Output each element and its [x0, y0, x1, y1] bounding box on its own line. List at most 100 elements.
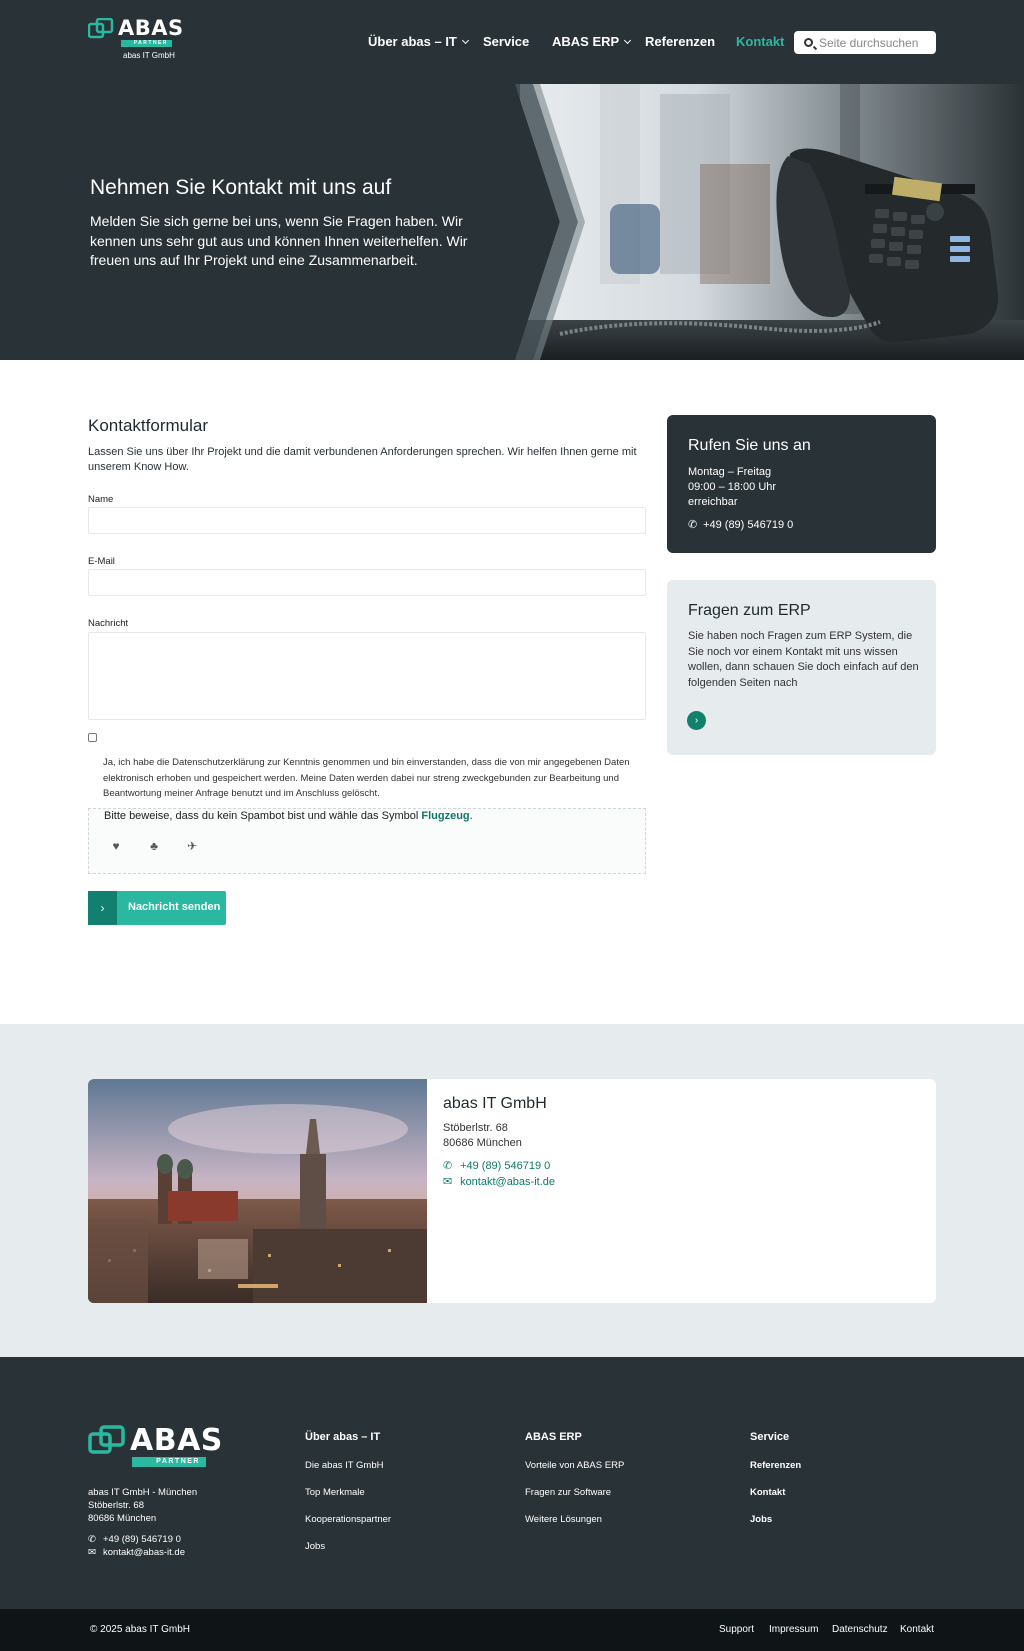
footer-link[interactable]: Kooperationspartner: [305, 1514, 391, 1525]
send-message-button[interactable]: › Nachricht senden: [88, 891, 226, 925]
envelope-icon: ✉: [443, 1176, 453, 1188]
search-box: [794, 31, 936, 54]
erp-questions-box: Fragen zum ERP Sie haben noch Fragen zum…: [667, 580, 936, 755]
erp-box-text: Sie haben noch Fragen zum ERP System, di…: [688, 630, 919, 689]
footer-link[interactable]: Die abas IT GmbH: [305, 1460, 384, 1471]
name-field[interactable]: [88, 507, 646, 534]
call-box-hours: 09:00 – 18:00 Uhr: [688, 481, 777, 493]
logo-badge: PARTNER: [132, 1457, 206, 1467]
address-phone-link[interactable]: ✆ +49 (89) 546719 0: [443, 1159, 550, 1172]
logo-name: ABAS: [130, 1423, 223, 1458]
call-box-phone[interactable]: ✆ +49 (89) 546719 0: [688, 518, 793, 531]
nav-label: Kontakt: [736, 34, 785, 49]
message-field[interactable]: [88, 632, 646, 720]
bottom-bar: © 2025 abas IT GmbH Support Impressum Da…: [0, 1609, 1024, 1651]
footer-col2-title: ABAS ERP: [525, 1431, 582, 1443]
footer-link[interactable]: Top Merkmale: [305, 1487, 365, 1498]
message-label: Nachricht: [88, 618, 129, 629]
form-intro: Lassen Sie uns über Ihr Projekt und die …: [88, 446, 637, 473]
send-button-label: Nachricht senden: [128, 901, 221, 913]
phone-icon: ✆: [88, 1534, 96, 1545]
footer-col3-title[interactable]: Service: [750, 1431, 789, 1443]
nav-label: Service: [483, 34, 530, 49]
address-section: abas IT GmbH Stöberlstr. 68 80686 Münche…: [0, 1024, 1024, 1357]
copyright: © 2025 abas IT GmbH: [90, 1624, 191, 1635]
nav-service[interactable]: Service: [483, 34, 529, 52]
footer-company: abas IT GmbH - München: [88, 1487, 198, 1498]
footer-email[interactable]: ✉ kontakt@abas-it.de: [88, 1547, 185, 1558]
bottom-link-datenschutz[interactable]: Datenschutz: [832, 1624, 888, 1635]
captcha-box: Bitte beweise, dass du kein Spambot bist…: [88, 808, 646, 874]
footer-link[interactable]: Jobs: [305, 1541, 325, 1552]
logo-subtitle: abas IT GmbH: [123, 51, 175, 60]
captcha-prompt: Bitte beweise, dass du kein Spambot bist…: [104, 810, 419, 822]
hero-title: Nehmen Sie Kontakt mit uns auf: [90, 176, 392, 199]
name-label: Name: [88, 494, 114, 505]
call-box-phone-number: +49 (89) 546719 0: [703, 519, 794, 531]
site-logo[interactable]: ABAS PARTNER abas IT GmbH: [88, 16, 183, 62]
site-footer: ABAS PARTNER abas IT GmbH - München Stöb…: [0, 1357, 1024, 1609]
captcha-instruction: Bitte beweise, dass du kein Spambot bist…: [104, 810, 473, 822]
footer-city: 80686 München: [88, 1513, 157, 1524]
address-card: abas IT GmbH Stöberlstr. 68 80686 Münche…: [88, 1079, 936, 1303]
phone-icon: ✆: [443, 1160, 453, 1172]
nav-abas-erp[interactable]: ABAS ERP: [552, 34, 632, 52]
search-icon[interactable]: [804, 38, 813, 47]
address-city: 80686 München: [443, 1137, 522, 1149]
email-label: E-Mail: [88, 556, 115, 567]
hero-banner: Nehmen Sie Kontakt mit uns auf Melden Si…: [0, 84, 1024, 360]
nav-referenzen[interactable]: Referenzen: [645, 34, 715, 52]
logo-name: ABAS: [118, 16, 184, 40]
plane-icon[interactable]: ✈: [183, 837, 201, 855]
logo-mark-icon: [88, 18, 114, 39]
address-phone: +49 (89) 546719 0: [460, 1160, 551, 1172]
bottom-link-support[interactable]: Support: [719, 1624, 754, 1635]
form-title: Kontaktformular: [88, 416, 208, 435]
address-email: kontakt@abas-it.de: [460, 1176, 556, 1188]
hero-text: Melden Sie sich gerne bei uns, wenn Sie …: [90, 213, 468, 268]
footer-email-address: kontakt@abas-it.de: [103, 1547, 185, 1558]
search-input[interactable]: [819, 34, 931, 51]
erp-more-button[interactable]: ›: [687, 711, 706, 730]
call-box-days: Montag – Freitag: [688, 466, 772, 478]
nav-ueber-abas[interactable]: Über abas – IT: [368, 34, 469, 52]
footer-link[interactable]: Vorteile von ABAS ERP: [525, 1460, 624, 1471]
footer-link[interactable]: Weitere Lösungen: [525, 1514, 602, 1525]
phone-icon: ✆: [688, 519, 698, 531]
erp-box-title: Fragen zum ERP: [688, 602, 811, 619]
footer-col1-title: Über abas – IT: [305, 1431, 381, 1443]
call-box-title: Rufen Sie uns an: [688, 437, 811, 454]
bottom-link-impressum[interactable]: Impressum: [769, 1624, 818, 1635]
call-box-reach: erreichbar: [688, 496, 738, 508]
email-field[interactable]: [88, 569, 646, 596]
footer-link[interactable]: Jobs: [750, 1514, 772, 1525]
footer-link[interactable]: Kontakt: [750, 1487, 785, 1498]
address-company: abas IT GmbH: [443, 1095, 547, 1112]
footer-street: Stöberlstr. 68: [88, 1500, 144, 1511]
footer-phone-number: +49 (89) 546719 0: [103, 1534, 181, 1545]
chevron-right-icon: ›: [88, 891, 117, 925]
address-street: Stöberlstr. 68: [443, 1122, 508, 1134]
chevron-down-icon: [461, 36, 469, 45]
nav-kontakt[interactable]: Kontakt: [736, 34, 784, 52]
call-us-box: Rufen Sie uns an Montag – Freitag 09:00 …: [667, 415, 936, 553]
site-header: ABAS PARTNER abas IT GmbH Über abas – IT…: [0, 0, 1024, 84]
tree-icon[interactable]: ♣: [145, 837, 163, 855]
heart-icon[interactable]: ♥: [107, 837, 125, 855]
address-email-link[interactable]: ✉ kontakt@abas-it.de: [443, 1175, 555, 1188]
logo-badge: PARTNER: [121, 40, 172, 47]
chevron-down-icon: [624, 36, 632, 45]
nav-label: Referenzen: [645, 34, 716, 49]
footer-phone[interactable]: ✆ +49 (89) 546719 0: [88, 1534, 181, 1545]
privacy-checkbox[interactable]: [88, 733, 97, 742]
logo-mark-icon: [88, 1425, 125, 1454]
footer-link[interactable]: Fragen zur Software: [525, 1487, 611, 1498]
nav-label: ABAS ERP: [552, 34, 620, 49]
nav-label: Über abas – IT: [368, 34, 457, 49]
envelope-icon: ✉: [88, 1547, 96, 1558]
footer-logo[interactable]: ABAS PARTNER: [88, 1423, 222, 1469]
munich-city-image: [88, 1079, 427, 1303]
footer-link[interactable]: Referenzen: [750, 1460, 801, 1471]
privacy-text: Ja, ich habe die Datenschutzerklärung zu…: [103, 757, 630, 799]
bottom-link-kontakt[interactable]: Kontakt: [900, 1624, 934, 1635]
